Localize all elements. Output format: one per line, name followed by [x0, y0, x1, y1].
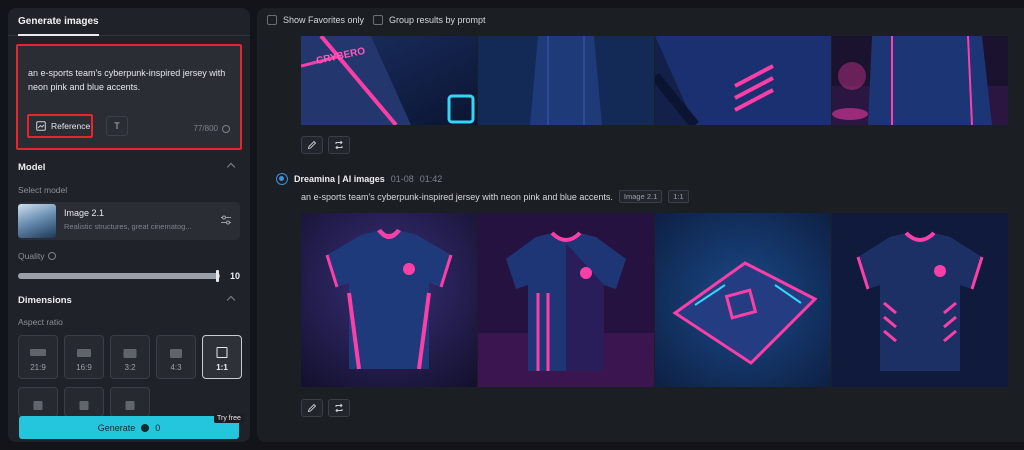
jersey-pattern-image	[832, 213, 1008, 387]
regenerate-button[interactable]	[328, 136, 350, 154]
quality-fill	[18, 273, 220, 279]
quality-slider[interactable]	[18, 273, 220, 279]
generation-prompt-row: an e-sports team's cyberpunk-inspired je…	[301, 190, 689, 203]
author-name: Dreamina | AI images	[294, 174, 385, 184]
model-selector[interactable]: Image 2.1 Realistic structures, great ci…	[18, 202, 240, 240]
dreamina-logo-icon	[276, 173, 288, 185]
ratio-label: 1:1	[216, 363, 228, 372]
repeat-icon	[335, 140, 343, 150]
generation-time: 01:42	[419, 174, 443, 184]
jersey-split-image	[478, 213, 654, 387]
jersey-front-image	[301, 213, 477, 387]
generation-date: 01-08	[390, 174, 414, 184]
generated-image[interactable]	[478, 213, 654, 387]
credit-count: 0	[155, 422, 161, 433]
jersey-back-image	[478, 36, 654, 125]
repeat-icon	[335, 403, 343, 413]
generate-label: Generate	[97, 422, 136, 433]
generated-image[interactable]	[478, 36, 654, 125]
ratio-label: 16:9	[76, 363, 92, 372]
quality-label-row: Quality	[18, 251, 57, 261]
model-description: Realistic structures, great cinematog...	[64, 222, 192, 231]
info-icon[interactable]	[222, 124, 230, 133]
try-free-badge: Try free	[214, 414, 244, 423]
ratio-label: 4:3	[170, 363, 182, 372]
ratio-1-1[interactable]: 1:1	[202, 335, 242, 379]
ratio-4-3[interactable]: 4:3	[156, 335, 196, 379]
regenerate-button[interactable]	[328, 399, 350, 417]
ratio-label: 3:2	[124, 363, 136, 372]
ratio-tag: 1:1	[668, 190, 689, 203]
results-area: Show Favorites only Group results by pro…	[257, 8, 1024, 442]
credit-icon	[141, 423, 150, 432]
pencil-icon	[307, 403, 317, 413]
ratio-shape-icon	[125, 401, 135, 410]
edit-button[interactable]	[301, 399, 323, 417]
jersey-folded-image	[655, 213, 831, 387]
jersey-stripes-image	[655, 36, 831, 125]
dimensions-section-title: Dimensions	[18, 295, 72, 306]
jersey-city-image	[832, 36, 1008, 125]
favorites-label: Show Favorites only	[283, 15, 365, 25]
prompt-text[interactable]: an e-sports team's cyberpunk-inspired je…	[28, 66, 238, 94]
quality-info-icon[interactable]	[48, 252, 57, 260]
generation-prompt[interactable]: an e-sports team's cyberpunk-inspired je…	[301, 192, 613, 202]
show-favorites-toggle[interactable]: Show Favorites only	[267, 15, 364, 25]
ratio-shape-icon	[79, 401, 89, 410]
prompt-input[interactable]: an e-sports team's cyberpunk-inspired je…	[16, 44, 242, 150]
ratio-option[interactable]	[110, 387, 150, 417]
char-counter: 77/800	[194, 124, 230, 133]
group-checkbox[interactable]	[373, 15, 383, 25]
ratio-shape-icon	[170, 349, 182, 358]
ratio-option[interactable]	[18, 387, 58, 417]
model-thumbnail	[18, 204, 56, 238]
generation-header: Dreamina | AI images 01-08 01:42	[276, 173, 442, 185]
generate-panel: Generate images an e-sports team's cyber…	[8, 8, 250, 442]
group-label: Group results by prompt	[389, 15, 486, 25]
tab-generate-images[interactable]: Generate images	[18, 8, 99, 36]
ratio-3-2[interactable]: 3:2	[110, 335, 150, 379]
generated-image[interactable]	[832, 213, 1008, 387]
sliders-icon[interactable]	[220, 214, 232, 226]
pencil-icon	[307, 140, 317, 150]
char-count-text: 77/800	[193, 124, 218, 133]
reference-button[interactable]: Reference	[27, 114, 93, 138]
collapse-dimensions-chevron-icon[interactable]	[226, 295, 236, 305]
ratio-16-9[interactable]: 16:9	[64, 335, 104, 379]
group-by-prompt-toggle[interactable]: Group results by prompt	[373, 15, 486, 25]
generated-image[interactable]	[301, 213, 477, 387]
select-model-label: Select model	[18, 185, 68, 195]
ratio-shape-icon	[33, 401, 43, 410]
ratio-shape-icon	[30, 349, 46, 356]
text-style-button[interactable]: T	[106, 116, 128, 136]
model-section-title: Model	[18, 162, 46, 173]
ratio-21-9[interactable]: 21:9	[18, 335, 58, 379]
reference-label: Reference	[51, 121, 91, 131]
panel-tabs: Generate images	[8, 8, 250, 36]
ratio-shape-icon	[123, 349, 137, 358]
generate-button[interactable]: Generate 0	[19, 416, 239, 439]
quality-value: 10	[230, 271, 241, 281]
ratio-label: 21:9	[30, 363, 46, 372]
model-tag: Image 2.1	[618, 190, 663, 203]
quality-label: Quality	[18, 251, 45, 261]
quality-handle[interactable]	[216, 270, 219, 282]
model-name: Image 2.1	[64, 208, 105, 218]
ratio-shape-icon	[216, 347, 228, 358]
edit-button[interactable]	[301, 136, 323, 154]
generated-image[interactable]	[655, 213, 831, 387]
generated-image[interactable]: CRYBERO	[301, 36, 477, 125]
ratio-shape-icon	[77, 349, 91, 357]
favorites-checkbox[interactable]	[267, 15, 277, 25]
collapse-model-chevron-icon[interactable]	[226, 162, 236, 172]
ratio-option[interactable]	[64, 387, 104, 417]
generated-image[interactable]	[832, 36, 1008, 125]
aspect-ratio-label: Aspect ratio	[18, 317, 63, 327]
generated-image[interactable]	[655, 36, 831, 125]
jersey-closeup-image: CRYBERO	[301, 36, 477, 125]
image-reference-icon	[36, 121, 46, 131]
